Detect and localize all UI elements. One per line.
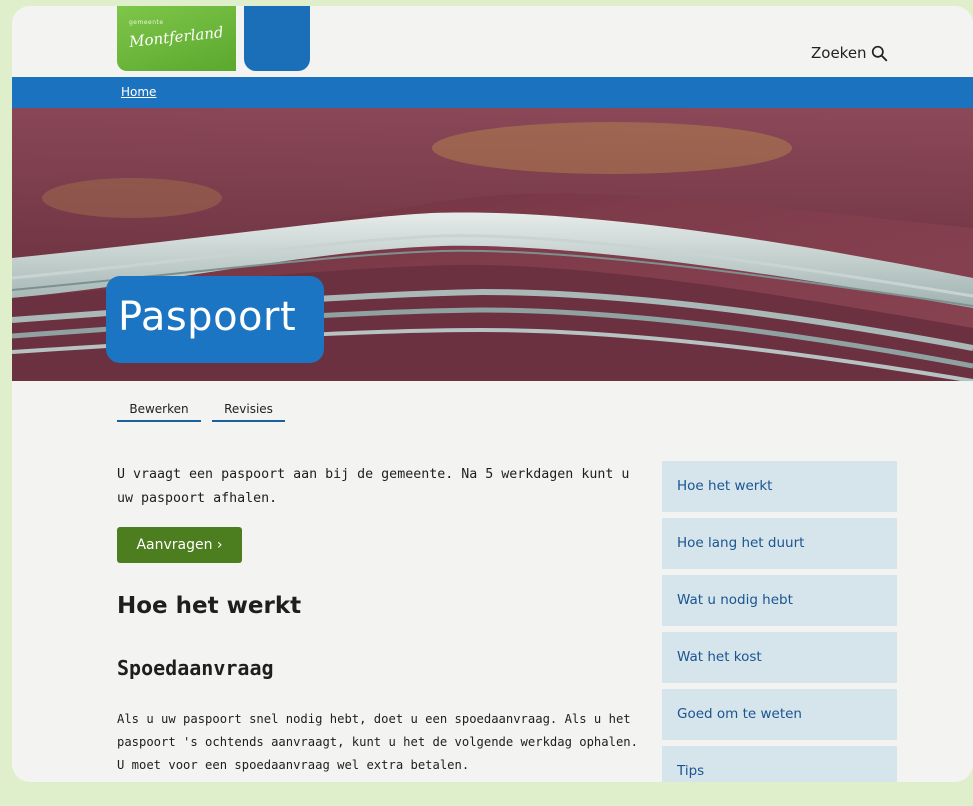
search-label: Zoeken (811, 44, 867, 62)
hero-title-box: Paspoort (106, 276, 324, 363)
sidenav-item-wat-het-kost[interactable]: Wat het kost (662, 632, 897, 683)
tab-bewerken[interactable]: Bewerken (117, 400, 201, 422)
logo-blue-block (244, 6, 310, 71)
search-icon (871, 45, 887, 61)
sidenav-item-hoe-het-werkt[interactable]: Hoe het werkt (662, 461, 897, 512)
breadcrumb-home-link[interactable]: Home (121, 85, 156, 99)
search-link[interactable]: Zoeken (811, 44, 888, 62)
site-header: gemeente Montferland Zoeken (12, 6, 973, 77)
logo-script-text: Montferland (128, 23, 225, 51)
sidenav-item-wat-u-nodig-hebt[interactable]: Wat u nodig hebt (662, 575, 897, 626)
section-heading: Hoe het werkt (117, 593, 302, 619)
sidenav-item-hoe-lang-het-duurt[interactable]: Hoe lang het duurt (662, 518, 897, 569)
municipality-logo[interactable]: gemeente Montferland (117, 6, 236, 71)
logo-small-text: gemeente (129, 19, 164, 26)
breadcrumb: Home (12, 77, 973, 108)
intro-text: U vraagt een paspoort aan bij de gemeent… (117, 467, 630, 506)
sidenav-item-goed-om-te-weten[interactable]: Goed om te weten (662, 689, 897, 740)
page: gemeente Montferland Zoeken Home Paspoor… (12, 6, 973, 782)
body-text: Als u uw paspoort snel nodig hebt, doet … (117, 712, 638, 772)
tab-revisies[interactable]: Revisies (212, 400, 285, 422)
sidenav-item-tips[interactable]: Tips (662, 746, 897, 782)
hero-banner: Paspoort (12, 108, 973, 381)
subsection-heading: Spoedaanvraag (117, 656, 274, 680)
apply-button[interactable]: Aanvragen › (117, 527, 242, 563)
page-title: Paspoort (118, 294, 297, 340)
